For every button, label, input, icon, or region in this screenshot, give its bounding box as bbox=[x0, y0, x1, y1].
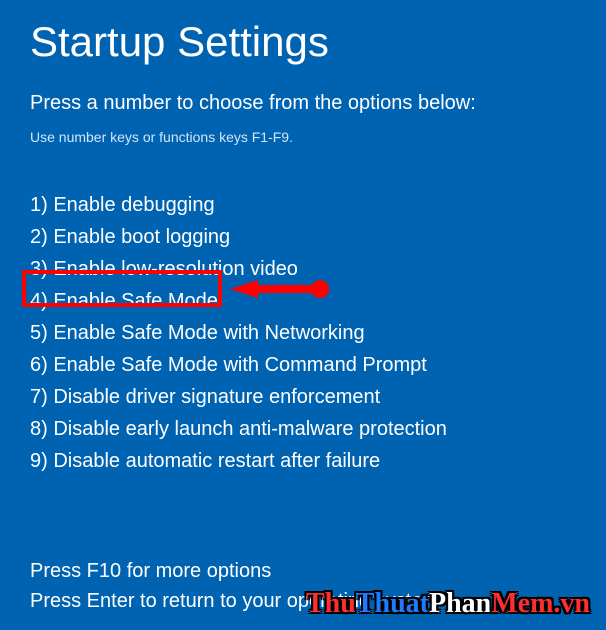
option-9[interactable]: 9) Disable automatic restart after failu… bbox=[30, 445, 576, 477]
hint-text: Use number keys or functions keys F1-F9. bbox=[30, 129, 576, 145]
option-5[interactable]: 5) Enable Safe Mode with Networking bbox=[30, 317, 576, 349]
watermark: ThuThuatPhanMem.vn bbox=[306, 588, 590, 620]
page-title: Startup Settings bbox=[30, 18, 576, 66]
options-list: 1) Enable debugging 2) Enable boot loggi… bbox=[30, 189, 576, 477]
option-3[interactable]: 3) Enable low-resolution video bbox=[30, 253, 576, 285]
option-7[interactable]: 7) Disable driver signature enforcement bbox=[30, 381, 576, 413]
option-8[interactable]: 8) Disable early launch anti-malware pro… bbox=[30, 413, 576, 445]
option-2[interactable]: 2) Enable boot logging bbox=[30, 221, 576, 253]
prompt-text: Press a number to choose from the option… bbox=[30, 92, 576, 115]
option-4[interactable]: 4) Enable Safe Mode bbox=[30, 285, 576, 317]
option-1[interactable]: 1) Enable debugging bbox=[30, 189, 576, 221]
footer-more: Press F10 for more options bbox=[30, 556, 439, 586]
startup-settings-screen: Startup Settings Press a number to choos… bbox=[0, 0, 606, 477]
option-6[interactable]: 6) Enable Safe Mode with Command Prompt bbox=[30, 349, 576, 381]
